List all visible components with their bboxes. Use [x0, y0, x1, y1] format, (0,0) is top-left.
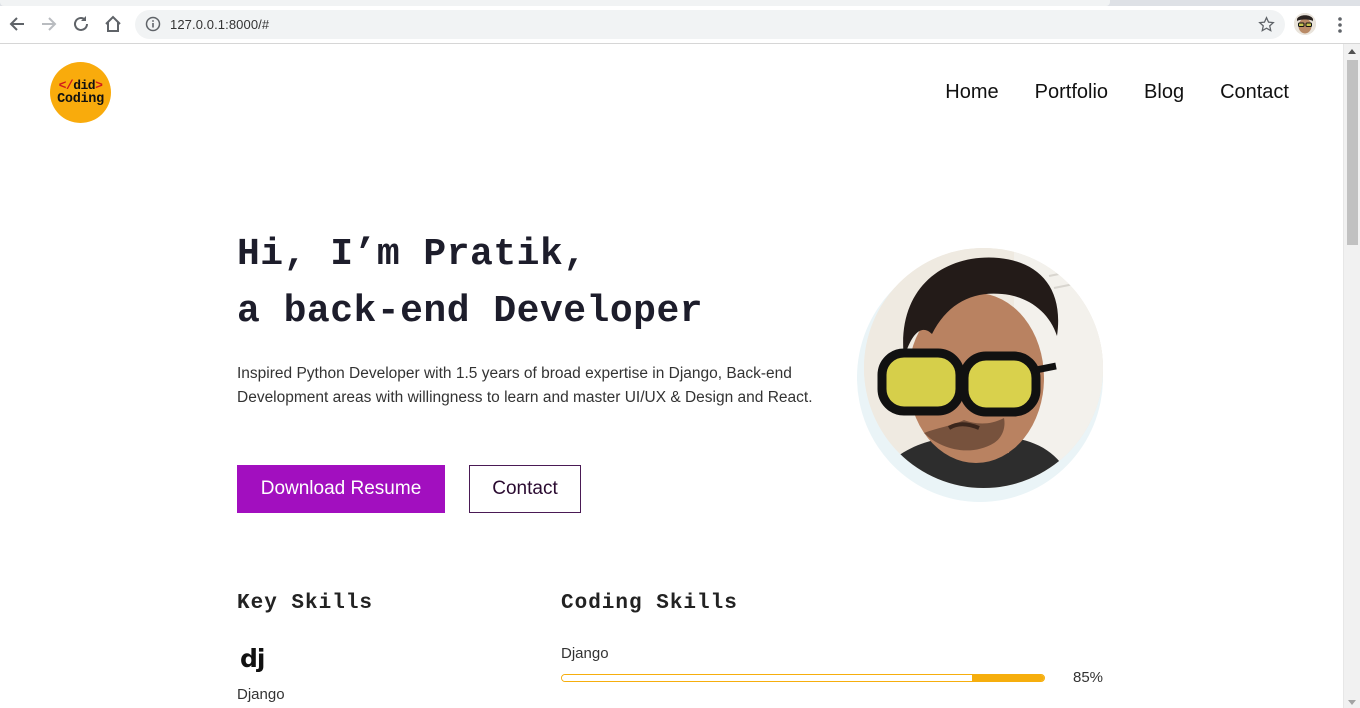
nav-link-portfolio[interactable]: Portfolio — [1035, 81, 1108, 104]
download-resume-button[interactable]: Download Resume — [237, 465, 445, 513]
nav-link-contact[interactable]: Contact — [1220, 81, 1289, 104]
main-nav: Home Portfolio Blog Contact — [909, 81, 1289, 104]
back-icon[interactable] — [5, 12, 29, 36]
logo-bracket-close: > — [95, 77, 103, 93]
bookmark-star-icon[interactable] — [1258, 16, 1275, 33]
active-tab[interactable] — [0, 0, 1110, 6]
tab-strip — [0, 0, 1360, 6]
scroll-up-icon[interactable] — [1348, 49, 1356, 54]
progress-fill — [562, 675, 972, 681]
info-icon[interactable] — [145, 16, 161, 32]
forward-icon[interactable] — [37, 12, 61, 36]
reload-icon[interactable] — [69, 12, 93, 36]
coding-skill-label: Django — [561, 645, 609, 662]
url-text[interactable]: 127.0.0.1:8000/# — [170, 17, 269, 32]
scrollbar-thumb[interactable] — [1347, 60, 1358, 245]
progress-remaining — [971, 675, 1044, 681]
browser-toolbar: 127.0.0.1:8000/# — [0, 0, 1360, 44]
logo-line-2: Coding — [57, 91, 104, 107]
django-icon: dj — [240, 644, 265, 673]
coding-skill-percent: 85% — [1073, 669, 1104, 686]
page-scrollbar[interactable] — [1343, 44, 1360, 708]
key-skills-title: Key Skills — [237, 592, 374, 615]
menu-kebab-icon[interactable] — [1330, 14, 1350, 36]
nav-link-home[interactable]: Home — [945, 81, 998, 104]
logo-line-1: </did> — [58, 77, 103, 93]
hero-title-line-2: a back-end Developer — [237, 290, 704, 333]
address-bar[interactable]: 127.0.0.1:8000/# — [135, 10, 1285, 39]
profile-avatar-icon[interactable] — [1294, 13, 1316, 35]
profile-photo — [864, 248, 1103, 488]
home-icon[interactable] — [101, 12, 125, 36]
hero-title: Hi, I’m Pratik, a back-end Developer — [237, 226, 703, 340]
logo-bracket-open: </ — [58, 77, 74, 93]
hero-description: Inspired Python Developer with 1.5 years… — [237, 365, 813, 406]
logo-word: did — [73, 77, 96, 93]
scroll-down-icon[interactable] — [1348, 700, 1356, 705]
contact-button[interactable]: Contact — [469, 465, 581, 513]
key-skill-label: Django — [237, 686, 285, 703]
coding-skills-title: Coding Skills — [561, 592, 738, 615]
nav-link-blog[interactable]: Blog — [1144, 81, 1184, 104]
coding-skill-progress-bar — [561, 674, 1045, 682]
hero-title-line-1: Hi, I’m Pratik, — [237, 233, 587, 276]
site-logo[interactable]: </did> Coding — [50, 62, 111, 123]
